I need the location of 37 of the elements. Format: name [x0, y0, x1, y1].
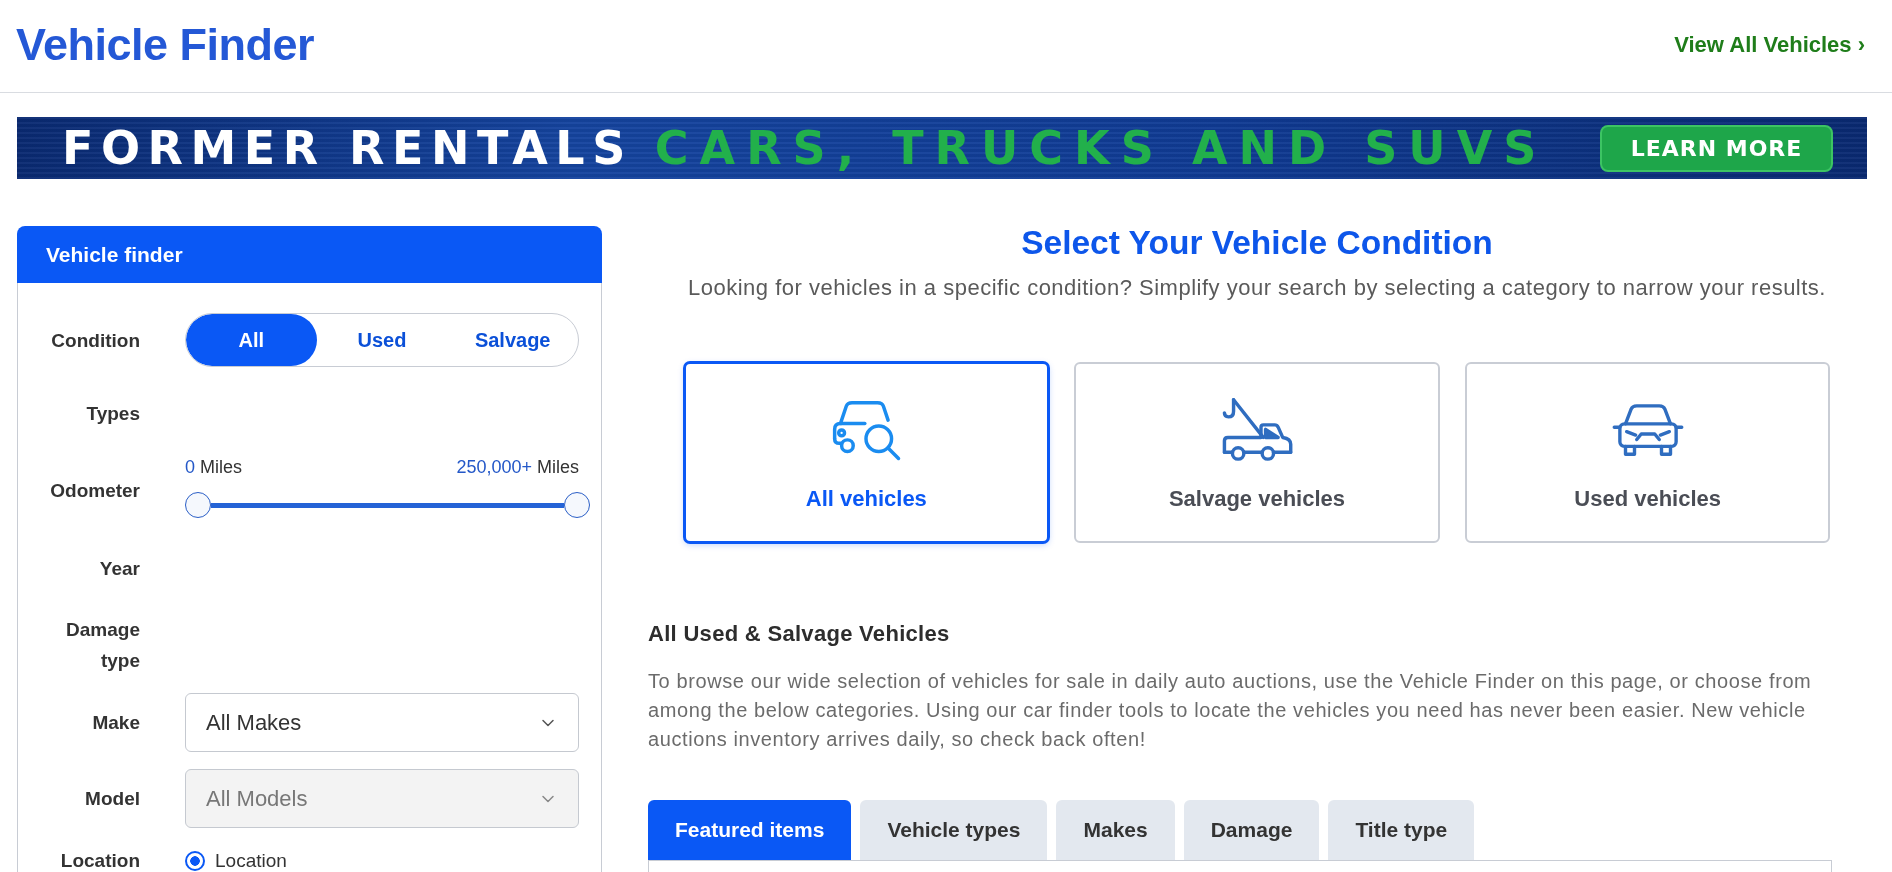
panel-header: Vehicle finder [17, 226, 602, 283]
tab[interactable]: Featured items [648, 800, 852, 860]
toggle-option[interactable]: Salvage [447, 314, 578, 366]
tab[interactable]: Title type [1328, 800, 1475, 860]
slider-handle[interactable] [185, 492, 211, 518]
tab[interactable]: Damage [1183, 800, 1320, 860]
tab[interactable]: Vehicle types [860, 800, 1048, 860]
field-label: Odometer [49, 479, 140, 503]
range-unit: Miles [200, 457, 243, 477]
dropdown[interactable]: All Makes [185, 693, 579, 752]
field-label: Location [59, 849, 140, 872]
field-label: Types [85, 401, 140, 426]
section-heading: All Used & Salvage Vehicles [648, 621, 951, 647]
page-title: Vehicle Finder [16, 18, 315, 71]
toggle-option[interactable]: Used [316, 314, 448, 366]
field-label: Make [91, 711, 140, 735]
section-title: Select Your Vehicle Condition [1021, 223, 1493, 263]
range-max-value: 250,000+ [456, 457, 532, 477]
field-label: Model [84, 787, 140, 811]
section-subtitle: Looking for vehicles in a specific condition? Simplify your search by selecting a category to narrow your results. [688, 274, 1826, 302]
toggle-option[interactable]: All [186, 314, 317, 366]
condition-card[interactable]: Salvage vehicles [1074, 362, 1440, 543]
banner-tagline: CARS, TRUCKS AND SUVS [654, 125, 1548, 171]
banner-headline: FORMER RENTALS [62, 125, 633, 171]
field-label: Damage type [65, 618, 140, 673]
tow-truck-icon [1221, 396, 1293, 464]
view-all-link[interactable]: View All Vehicles › [1674, 31, 1865, 58]
condition-card[interactable]: All vehicles [683, 362, 1050, 543]
field-label: Year [98, 556, 140, 581]
section-paragraph: To browse our wide selection of vehicles for sale in daily auto auctions, use the Vehicle Finder on this page, or choose from among the below categories. Using our car finder tools to locate the vehicles you need has never been easier. New vehicle auctions inventory arrives daily, so check back often! [648, 669, 1813, 752]
range-min-value: 0 [185, 457, 195, 477]
range-unit: Miles [537, 457, 579, 477]
radio-option[interactable]: Location [185, 848, 287, 872]
tab[interactable]: Makes [1056, 800, 1175, 860]
slider-handle[interactable] [564, 492, 590, 518]
field-label: Condition [50, 328, 140, 353]
condition-card[interactable]: Used vehicles [1464, 362, 1831, 543]
